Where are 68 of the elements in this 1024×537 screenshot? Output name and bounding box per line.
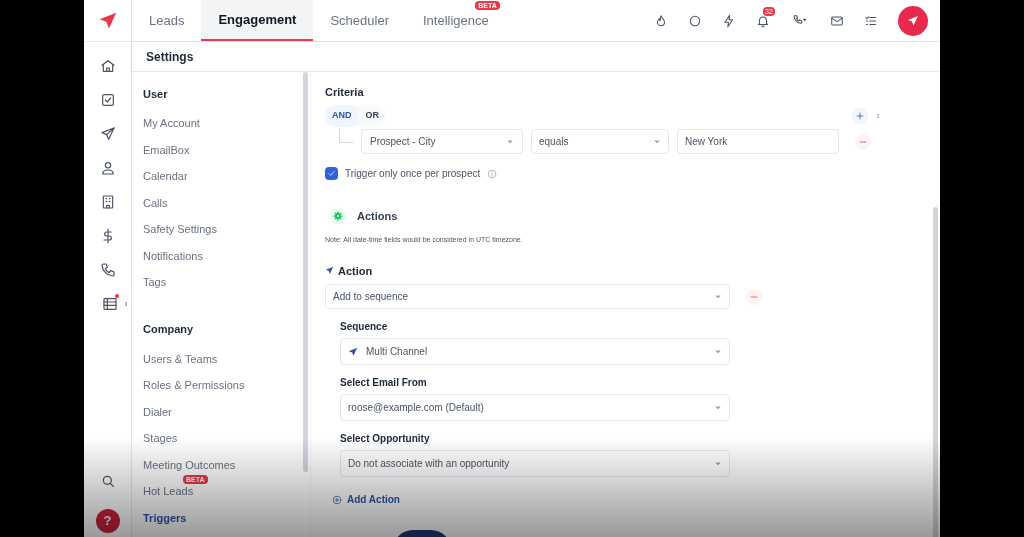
nav-tab[interactable]: Leads [132, 0, 202, 41]
caret-icon [714, 347, 722, 356]
checkbox-icon[interactable] [99, 92, 116, 108]
sidebar-item[interactable]: Triggers [143, 504, 187, 531]
section-heading: Company [143, 322, 195, 338]
operator-toggle[interactable]: AND [325, 105, 359, 127]
sidebar-item[interactable]: Tags [143, 269, 167, 296]
plane-icon [325, 266, 334, 276]
checkbox[interactable] [325, 167, 338, 180]
caret-icon [653, 137, 661, 146]
sidebar-item[interactable]: Calendar [143, 163, 188, 190]
nav-tab[interactable]: Scheduler [313, 0, 406, 41]
section-title: Criteria [325, 85, 365, 100]
sidebar-item[interactable]: Stages [143, 425, 178, 452]
logo-icon[interactable] [97, 10, 118, 31]
check-icon [327, 169, 336, 178]
plane-icon [907, 14, 919, 27]
circle-icon[interactable] [688, 13, 702, 28]
caret-icon [714, 292, 722, 301]
scrollbar[interactable] [303, 72, 308, 472]
send-icon[interactable] [99, 126, 116, 142]
help-button[interactable]: ? [95, 509, 120, 533]
sidebar-item[interactable]: Calls [143, 189, 168, 216]
plus-icon [855, 111, 865, 121]
field-label: Select Email From [340, 376, 428, 390]
field-label: Sequence [340, 320, 389, 334]
mail-icon[interactable] [830, 13, 844, 28]
sidebar-item[interactable]: Meeting Outcomes [143, 451, 236, 478]
sidebar-item[interactable]: My Account [143, 110, 200, 137]
section-title: Actions [357, 208, 398, 224]
connector-line [339, 128, 353, 143]
caret-icon [714, 459, 722, 468]
gear-icon [329, 207, 347, 225]
checklist-icon[interactable] [864, 13, 878, 28]
plane-icon [348, 346, 358, 357]
checkbox-label: Trigger only once per prospect [345, 167, 481, 181]
input-field[interactable]: New York [677, 129, 839, 154]
section-heading: User [143, 86, 169, 102]
dropdown[interactable]: Multi Channel [340, 338, 730, 365]
sidebar-item[interactable]: Users & Teams [143, 345, 218, 372]
page-title: Settings [146, 48, 194, 66]
phone-icon[interactable] [99, 262, 116, 278]
dropdown[interactable]: Do not associate with an opportunity [340, 450, 730, 477]
sidebar-item[interactable]: EmailBox [143, 136, 190, 163]
sidebar-item[interactable]: Roles & Permissions [143, 372, 245, 399]
sidebar-item[interactable]: Dialer [143, 398, 172, 425]
lightning-icon[interactable] [722, 13, 736, 28]
operator-toggle[interactable]: OR [358, 105, 386, 127]
person-icon[interactable] [99, 160, 116, 176]
caret-icon [714, 403, 722, 412]
field-label: Select Opportunity [340, 432, 431, 446]
plus-circle-icon [332, 494, 342, 505]
avatar[interactable] [898, 5, 928, 36]
bell-icon[interactable] [756, 13, 770, 28]
dropdown[interactable]: roose@example.com (Default) [340, 394, 730, 421]
dropdown[interactable]: Add to sequence [325, 284, 730, 309]
sidebar-item[interactable]: Safety Settings [143, 216, 217, 243]
flame-icon[interactable] [654, 13, 668, 28]
nav-tab[interactable]: Engagement [201, 0, 314, 41]
field-label: Action [338, 263, 373, 279]
scrollbar[interactable] [933, 207, 938, 537]
dropdown[interactable]: equals [531, 129, 669, 154]
dropdown[interactable]: Prospect - City [361, 129, 523, 154]
add-action-link[interactable]: Add Action [332, 492, 400, 507]
table-icon[interactable] [101, 296, 118, 312]
caret-icon [506, 137, 514, 146]
home-icon[interactable] [99, 58, 116, 74]
sidebar-item[interactable]: Notifications [143, 242, 203, 269]
